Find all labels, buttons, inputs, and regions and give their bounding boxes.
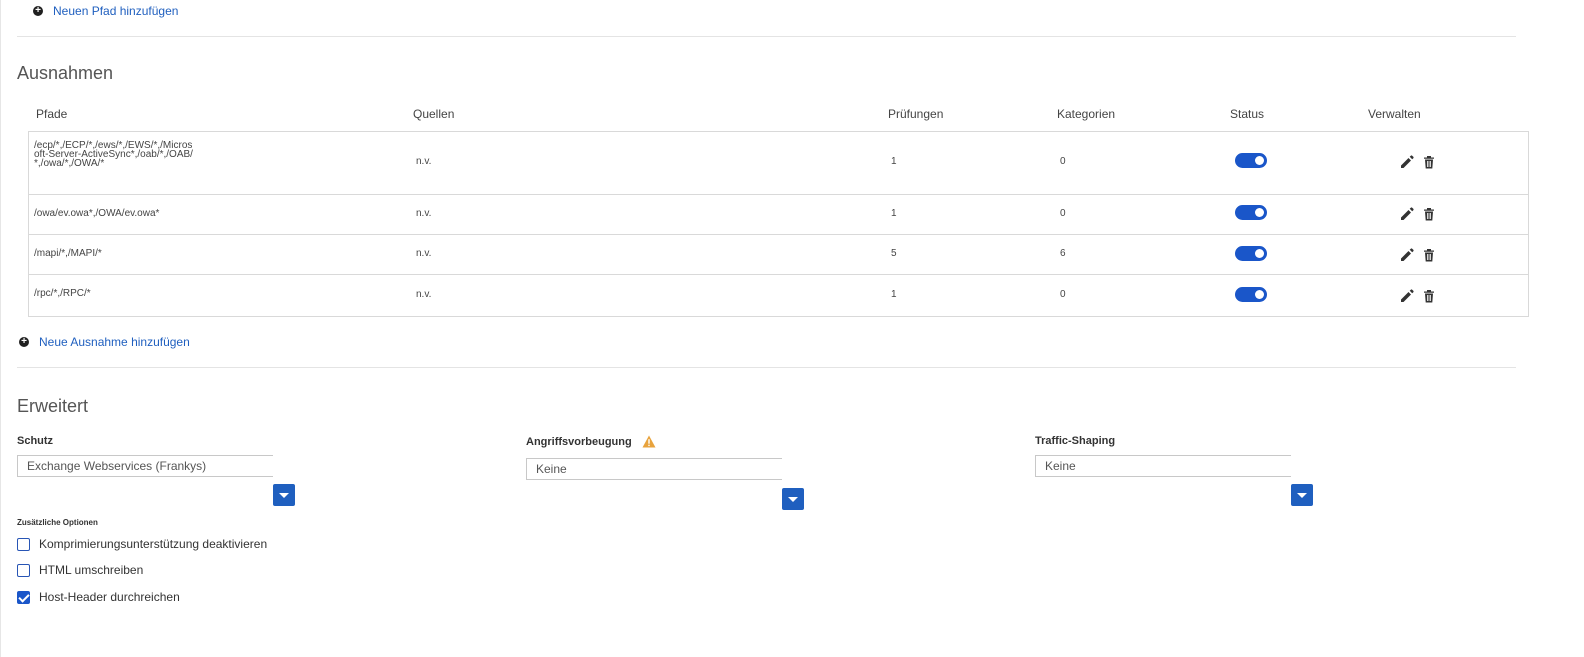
status-toggle[interactable] — [1235, 153, 1267, 168]
check-icon[interactable] — [17, 590, 30, 604]
traffic-shaping-label: Traffic-Shaping — [1035, 435, 1116, 447]
option-pass-host-header[interactable]: Host-Header durchreichen — [17, 590, 180, 604]
attack-prevention-label-wrap: Angriffsvorbeugung — [526, 435, 656, 448]
section-divider — [17, 36, 1516, 37]
additional-options-label: Zusätzliche Optionen — [17, 518, 98, 527]
trash-icon[interactable] — [1422, 248, 1436, 262]
row-sources: n.v. — [416, 248, 432, 259]
exceptions-table: /ecp/*,/ECP/*,/ews/*,/EWS/*,/Microsoft-S… — [28, 131, 1529, 317]
pencil-icon[interactable] — [1400, 207, 1414, 221]
traffic-shaping-select[interactable]: Keine — [1035, 455, 1291, 477]
add-exception-label: Neue Ausnahme hinzufügen — [39, 335, 190, 349]
add-exception-link[interactable]: + Neue Ausnahme hinzufügen — [19, 335, 190, 349]
row-paths: /owa/ev.owa*,/OWA/ev.owa* — [34, 208, 160, 219]
status-toggle[interactable] — [1235, 287, 1267, 302]
row-paths: /ecp/*,/ECP/*,/ews/*,/EWS/*,/Microsoft-S… — [34, 140, 193, 169]
protection-select[interactable]: Exchange Webservices (Frankys) — [17, 455, 273, 477]
attack-prevention-select[interactable]: Keine — [526, 458, 782, 480]
option-label: Komprimierungsunterstützung deaktivieren — [39, 537, 268, 551]
plus-circle-icon: + — [33, 6, 43, 16]
table-row: /rpc/*,/RPC/* n.v. 1 0 — [29, 274, 1528, 316]
option-disable-compression[interactable]: Komprimierungsunterstützung deaktivieren — [17, 537, 267, 551]
option-label: HTML umschreiben — [39, 563, 144, 577]
row-sources: n.v. — [416, 208, 432, 219]
row-categories: 0 — [1060, 289, 1066, 300]
trash-icon[interactable] — [1422, 207, 1436, 221]
add-path-link[interactable]: + Neuen Pfad hinzufügen — [33, 4, 178, 18]
traffic-shaping-dropdown-button[interactable] — [1291, 484, 1313, 506]
table-row: /owa/ev.owa*,/OWA/ev.owa* n.v. 1 0 — [29, 194, 1528, 235]
row-categories: 0 — [1060, 208, 1066, 219]
protection-dropdown-button[interactable] — [273, 484, 295, 506]
exceptions-title: Ausnahmen — [17, 63, 114, 83]
attack-prevention-label: Angriffsvorbeugung — [526, 435, 632, 448]
trash-icon[interactable] — [1422, 155, 1436, 169]
row-checks: 5 — [891, 248, 897, 259]
row-checks: 1 — [891, 156, 897, 167]
option-label: Host-Header durchreichen — [39, 590, 180, 604]
row-paths: /rpc/*,/RPC/* — [34, 288, 91, 299]
plus-circle-icon: + — [19, 337, 29, 347]
column-header-checks: Prüfungen — [888, 107, 944, 121]
row-categories: 0 — [1060, 156, 1066, 167]
left-edge-divider — [0, 0, 1, 657]
column-header-status: Status — [1230, 107, 1265, 121]
pencil-icon[interactable] — [1400, 155, 1414, 169]
row-categories: 6 — [1060, 248, 1066, 259]
column-header-paths: Pfade — [36, 107, 68, 121]
row-sources: n.v. — [416, 289, 432, 300]
pencil-icon[interactable] — [1400, 248, 1414, 262]
row-checks: 1 — [891, 289, 897, 300]
column-header-sources: Quellen — [413, 107, 455, 121]
advanced-title: Erweitert — [17, 396, 89, 416]
pencil-icon[interactable] — [1400, 289, 1414, 303]
checkbox[interactable] — [17, 537, 30, 551]
add-path-label: Neuen Pfad hinzufügen — [53, 4, 179, 18]
protection-label: Schutz — [17, 435, 54, 447]
row-sources: n.v. — [416, 156, 432, 167]
table-row: /mapi/*,/MAPI/* n.v. 5 6 — [29, 234, 1528, 275]
status-toggle[interactable] — [1235, 246, 1267, 261]
status-toggle[interactable] — [1235, 205, 1267, 220]
column-header-manage: Verwalten — [1368, 107, 1421, 121]
option-rewrite-html[interactable]: HTML umschreiben — [17, 563, 143, 577]
section-divider — [17, 367, 1516, 368]
warning-triangle-icon — [642, 435, 656, 448]
trash-icon[interactable] — [1422, 289, 1436, 303]
column-header-categories: Kategorien — [1057, 107, 1116, 121]
row-checks: 1 — [891, 208, 897, 219]
row-paths: /mapi/*,/MAPI/* — [34, 248, 102, 259]
attack-prevention-dropdown-button[interactable] — [782, 488, 804, 510]
checkbox[interactable] — [17, 563, 30, 577]
table-row: /ecp/*,/ECP/*,/ews/*,/EWS/*,/Microsoft-S… — [29, 132, 1528, 195]
